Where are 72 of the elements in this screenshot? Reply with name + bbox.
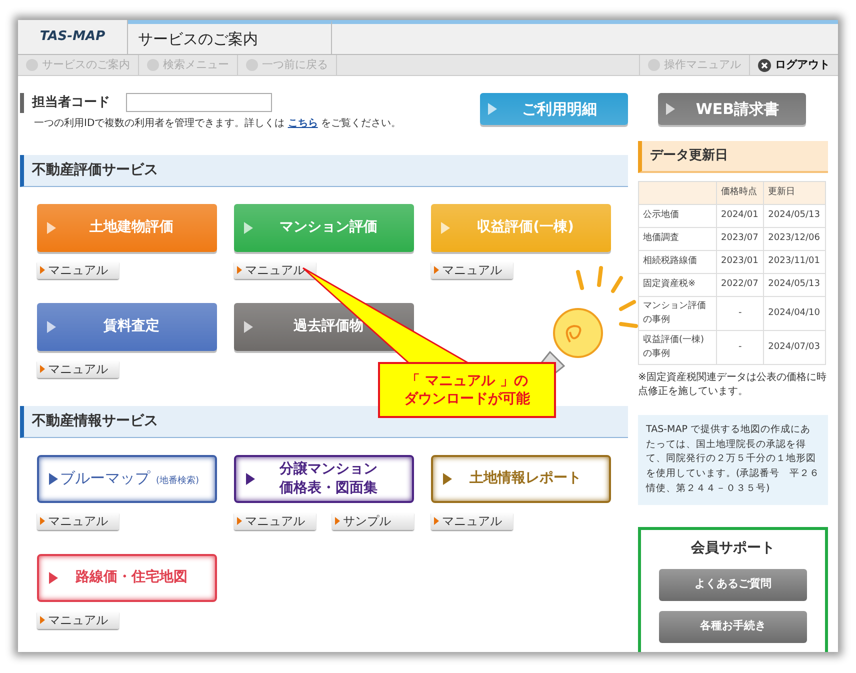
play-icon — [49, 472, 58, 484]
table-cell: 2024/05/13 — [764, 204, 826, 228]
logo: TAS-MAP — [40, 28, 106, 46]
play-icon — [237, 516, 242, 524]
panel-header: データ更新日 — [638, 141, 828, 173]
manual-button[interactable]: サンプル — [332, 512, 414, 530]
table-cell: 収益評価(一棟)の事例 — [638, 330, 716, 364]
manual-button[interactable]: マニュアル — [37, 360, 119, 378]
play-icon — [434, 266, 439, 274]
support-title: 会員サポート — [691, 538, 775, 558]
play-icon — [40, 516, 45, 524]
billing-button[interactable]: WEB請求書 — [658, 93, 806, 125]
play-icon — [244, 222, 253, 234]
table-cell: 2023/12/06 — [764, 228, 826, 250]
manual-button[interactable]: マニュアル — [37, 512, 119, 530]
table-cell: 2024/05/13 — [764, 274, 826, 296]
code-field[interactable] — [126, 93, 272, 112]
manual-button[interactable]: マニュアル — [431, 260, 513, 278]
column-header: 更新日 — [764, 182, 826, 204]
service-button[interactable]: 土地情報レポート — [431, 454, 611, 502]
play-icon — [335, 516, 340, 524]
table-cell: 2024/01 — [716, 204, 764, 228]
service-button[interactable]: 路線価・住宅地図 — [37, 554, 217, 602]
note-text: ※固定資産税関連データは公表の価格に時点修正を施しています。 — [638, 371, 828, 399]
service-button[interactable]: マンション評価 — [234, 204, 414, 252]
play-icon — [47, 222, 56, 234]
play-icon — [488, 103, 497, 115]
play-icon — [49, 572, 58, 584]
play-icon — [441, 222, 450, 234]
service-button[interactable]: 賃料査定 — [37, 302, 217, 350]
play-icon — [40, 364, 45, 372]
table-cell: 2024/07/03 — [764, 330, 826, 364]
table-cell: 2023/01 — [716, 250, 764, 274]
table-cell: 2024/04/10 — [764, 296, 826, 330]
callout: 「 マニュアル 」の ダウンロードが可能 — [378, 362, 556, 418]
manual-button[interactable]: マニュアル — [234, 512, 316, 530]
play-icon — [443, 472, 452, 484]
close-icon — [758, 58, 771, 72]
play-icon — [237, 266, 242, 274]
notice-text: TAS-MAP で提供する地図の作成にあたっては、国土地理院長の承認を得て、同院発行の２万５千分の１地形図を使用しています。(承認番号 平２６情使、第２４４－０３５号) — [638, 415, 828, 505]
play-icon — [666, 103, 675, 115]
support-button[interactable]: 各種お手続き — [659, 610, 807, 643]
table-cell: 固定資産税※ — [638, 274, 716, 296]
field-label: 担当者コード — [20, 93, 110, 112]
table-cell: 2023/11/01 — [764, 250, 826, 274]
help-link[interactable]: こちら — [288, 118, 318, 128]
service-button[interactable]: ブルーマップ (地番検索) — [37, 454, 217, 502]
support-button[interactable]: よくあるご質問 — [659, 568, 807, 601]
service-button[interactable]: 土地建物評価 — [37, 204, 217, 252]
help-text: 一つの利用IDで複数の利用者を管理できます。詳しくは こちら をご覧ください。 — [34, 116, 402, 130]
table-cell: 公示地価 — [638, 204, 716, 228]
play-icon — [40, 616, 45, 624]
play-icon — [246, 472, 255, 484]
manual-button[interactable]: マニュアル — [431, 512, 513, 530]
play-icon — [40, 266, 45, 274]
play-icon — [434, 516, 439, 524]
table-cell: 地価調査 — [638, 228, 716, 250]
manual-button[interactable]: マニュアル — [37, 260, 119, 278]
nav-item[interactable]: ログアウト — [749, 55, 838, 75]
table-cell: - — [716, 330, 764, 364]
table-cell: マンション評価の事例 — [638, 296, 716, 330]
table-cell: 2023/07 — [716, 228, 764, 250]
usage-button[interactable]: ご利用明細 — [480, 93, 628, 125]
service-button[interactable]: 分譲マンション 価格表・図面集 — [234, 454, 414, 502]
play-icon — [244, 320, 253, 332]
table-cell: 相続税路線価 — [638, 250, 716, 274]
table-cell: 2022/07 — [716, 274, 764, 296]
column-header: 価格時点 — [716, 182, 764, 204]
play-icon — [47, 320, 56, 332]
manual-button[interactable]: マニュアル — [37, 610, 119, 628]
table-cell: - — [716, 296, 764, 330]
section-header: 不動産評価サービス — [20, 154, 628, 186]
